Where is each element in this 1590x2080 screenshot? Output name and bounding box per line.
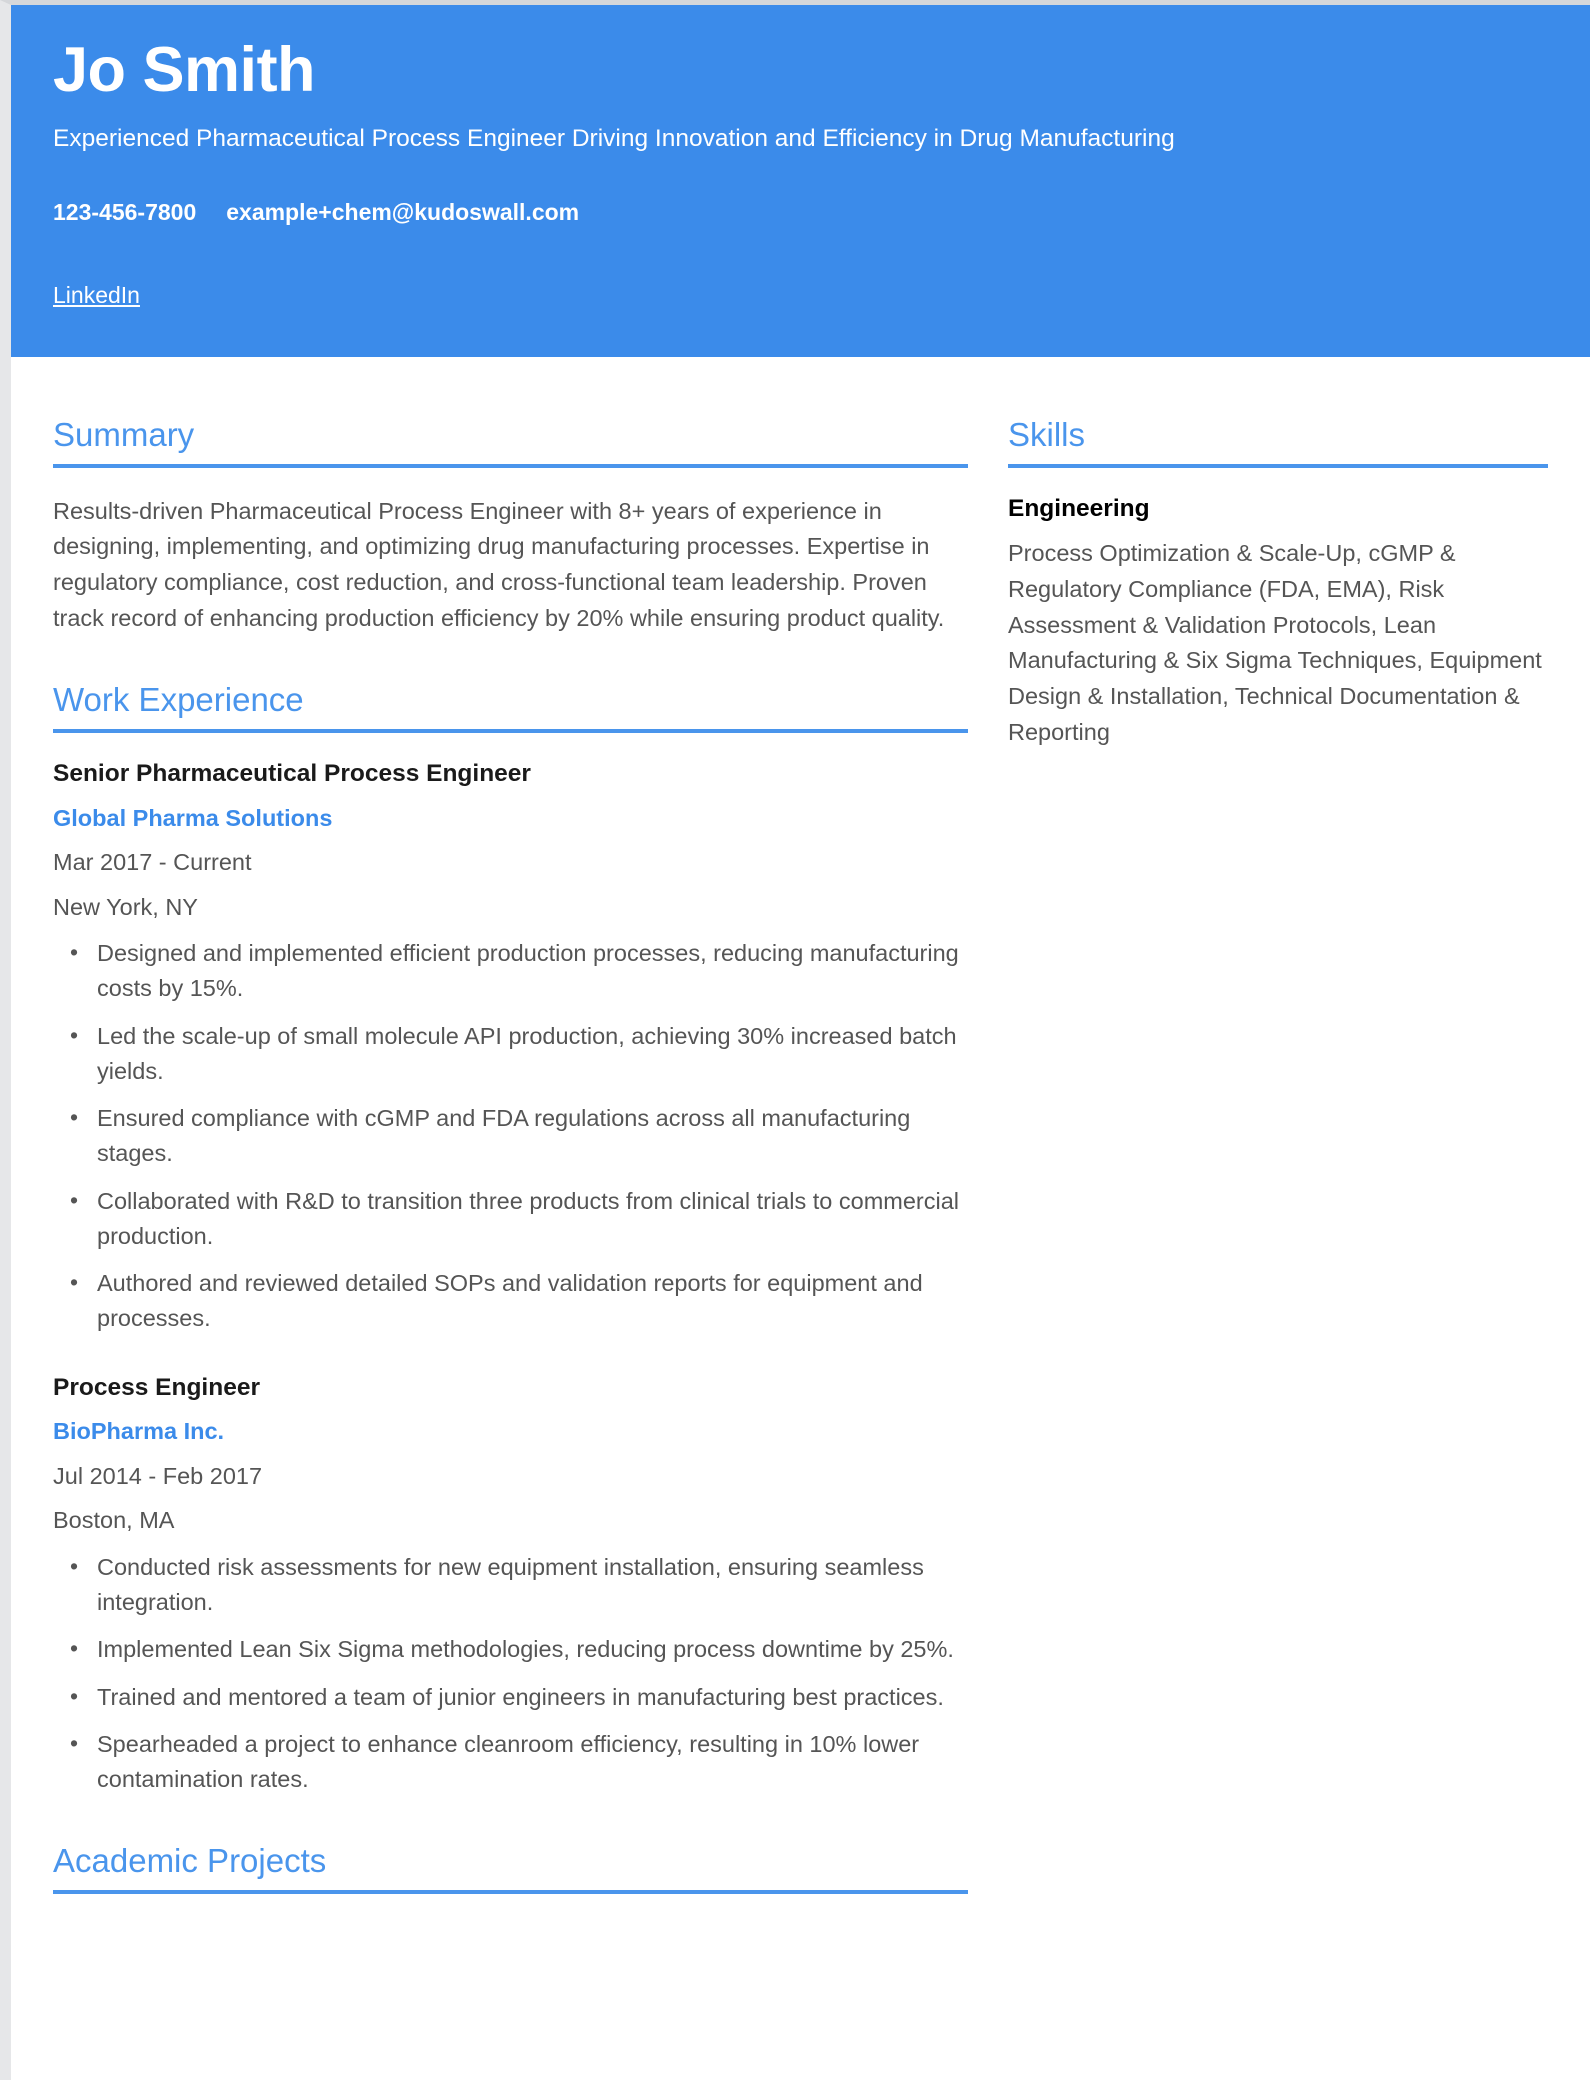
job-bullet: Spearheaded a project to enhance cleanro… <box>53 1726 968 1798</box>
summary-section: Summary Results-driven Pharmaceutical Pr… <box>53 415 968 636</box>
work-experience-section-rule <box>53 729 968 734</box>
summary-text: Results-driven Pharmaceutical Process En… <box>53 497 945 631</box>
academic-projects-section-rule <box>53 1889 968 1894</box>
skills-section: Skills Engineering Process Optimization … <box>1008 415 1548 751</box>
job-company[interactable]: BioPharma Inc. <box>53 1417 968 1446</box>
candidate-tagline: Experienced Pharmaceutical Process Engin… <box>53 124 1175 152</box>
job-bullet: Implemented Lean Six Sigma methodologies… <box>53 1631 968 1667</box>
work-experience-section: Work Experience Senior Pharmaceutical Pr… <box>53 680 968 1797</box>
job-bullet: Designed and implemented efficient produ… <box>53 935 968 1007</box>
skill-group-name: Engineering <box>1008 494 1150 522</box>
summary-section-rule <box>53 463 968 468</box>
job-location: Boston, MA <box>53 1507 175 1534</box>
contact-email[interactable]: example+chem@kudoswall.com <box>226 199 579 226</box>
side-column: Skills Engineering Process Optimization … <box>1008 357 1548 775</box>
summary-section-title: Summary <box>53 416 195 453</box>
work-experience-section-title: Work Experience <box>53 681 304 719</box>
work-experience-entry: Senior Pharmaceutical Process Engineer G… <box>53 759 968 1337</box>
work-experience-entry: Process Engineer BioPharma Inc. Jul 2014… <box>53 1373 968 1798</box>
social-links: LinkedIn <box>53 282 1548 309</box>
job-bullet: Conducted risk assessments for new equip… <box>53 1549 968 1621</box>
job-bullet-list: Designed and implemented efficient produ… <box>53 935 968 1337</box>
job-dates: Mar 2017 - Current <box>53 849 252 876</box>
skills-section-rule <box>1008 463 1548 468</box>
job-bullet: Led the scale-up of small molecule API p… <box>53 1018 968 1090</box>
job-bullet: Authored and reviewed detailed SOPs and … <box>53 1265 968 1337</box>
academic-projects-section-title: Academic Projects <box>53 1842 327 1880</box>
candidate-name: Jo Smith <box>53 35 316 105</box>
job-bullet-list: Conducted risk assessments for new equip… <box>53 1549 968 1798</box>
skill-group-items: Process Optimization & Scale-Up, cGMP & … <box>1008 540 1542 745</box>
job-bullet: Trained and mentored a team of junior en… <box>53 1678 968 1715</box>
job-location: New York, NY <box>53 893 198 920</box>
linkedin-link[interactable]: LinkedIn <box>53 282 140 308</box>
contact-phone[interactable]: 123-456-7800 <box>53 199 196 226</box>
resume-page: Jo Smith Experienced Pharmaceutical Proc… <box>0 0 1590 2080</box>
skills-section-title: Skills <box>1008 416 1086 453</box>
job-company[interactable]: Global Pharma Solutions <box>53 804 968 833</box>
job-title: Senior Pharmaceutical Process Engineer <box>53 760 531 788</box>
main-column: Summary Results-driven Pharmaceutical Pr… <box>53 357 1008 1920</box>
job-title: Process Engineer <box>53 1373 260 1401</box>
contact-info: 123-456-7800 example+chem@kudoswall.com <box>53 199 1548 226</box>
job-bullet: Collaborated with R&D to transition thre… <box>53 1183 968 1255</box>
job-bullet: Ensured compliance with cGMP and FDA reg… <box>53 1100 968 1172</box>
resume-header-banner: Jo Smith Experienced Pharmaceutical Proc… <box>11 5 1590 357</box>
resume-body: Summary Results-driven Pharmaceutical Pr… <box>11 357 1590 1920</box>
academic-projects-section: Academic Projects <box>53 1841 968 1894</box>
job-dates: Jul 2014 - Feb 2017 <box>53 1462 263 1489</box>
skill-group: Engineering Process Optimization & Scale… <box>1008 494 1548 751</box>
